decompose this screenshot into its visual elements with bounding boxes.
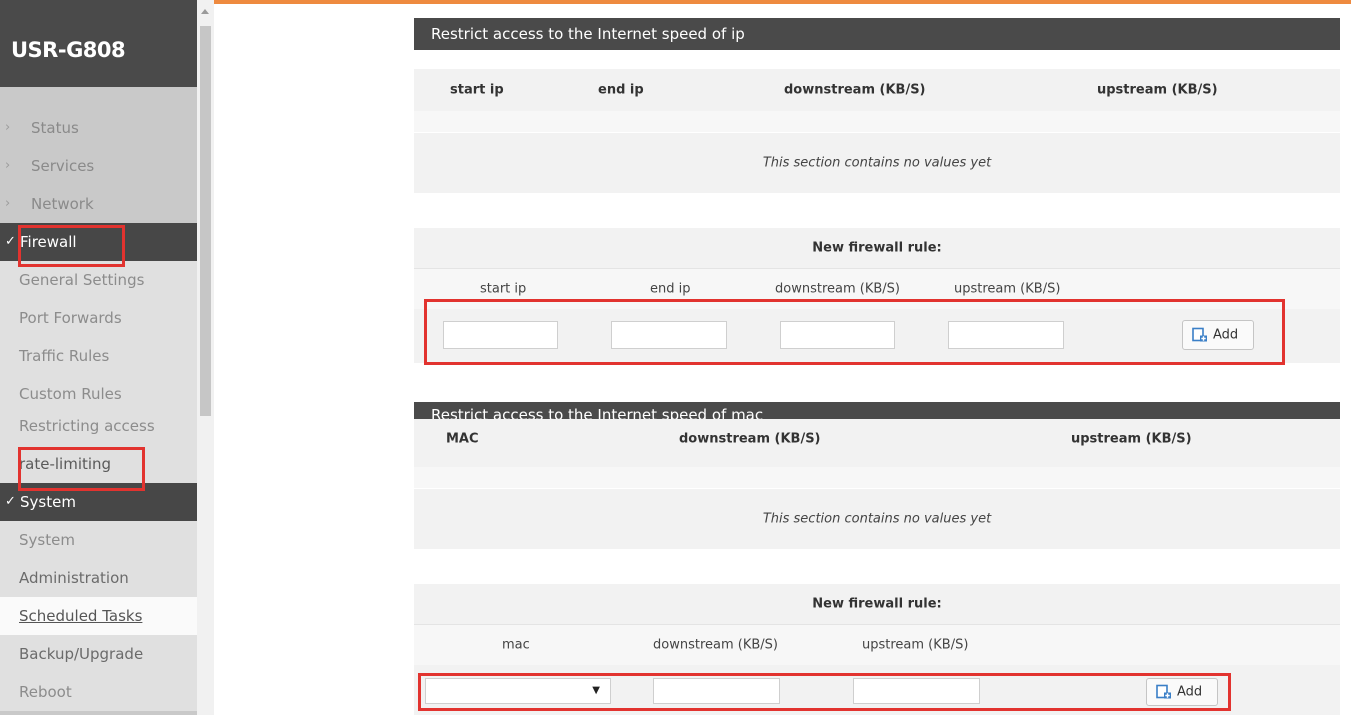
sidebar-item-label: Traffic Rules	[19, 347, 110, 365]
field-label: start ip	[480, 281, 527, 297]
scroll-up-arrow-icon[interactable]	[201, 9, 209, 14]
mac-new-rule-header: New firewall rule:	[414, 584, 1340, 624]
sidebar-item-label: Status	[31, 119, 79, 137]
sidebar-item-label: Custom Rules	[19, 385, 122, 403]
column-header: upstream (KB/S)	[1071, 431, 1192, 447]
sidebar-item-services[interactable]: › Services	[0, 147, 197, 185]
new-rule-title: New firewall rule:	[812, 240, 942, 256]
column-header: end ip	[598, 82, 644, 98]
highlight-box	[418, 673, 1231, 711]
sidebar-item-label: Port Forwards	[19, 309, 122, 327]
column-header: downstream (KB/S)	[784, 82, 926, 98]
sidebar-item-label: Administration	[19, 569, 129, 587]
sidebar-item-label: Reboot	[19, 683, 72, 701]
sidebar-item-reboot[interactable]: Reboot	[0, 673, 197, 711]
sidebar-item-status[interactable]: › Status	[0, 109, 197, 147]
sidebar-item-label: Services	[31, 157, 95, 175]
column-header: start ip	[450, 82, 504, 98]
sidebar-item-restricting-access[interactable]: Restricting access	[0, 407, 197, 445]
sidebar: USR-G808 › Status › Services › Network ✓…	[0, 0, 197, 715]
highlight-box	[18, 447, 145, 491]
empty-message: This section contains no values yet	[762, 155, 992, 171]
ip-new-rule-header: New firewall rule:	[414, 228, 1340, 268]
sidebar-item-network[interactable]: › Network	[0, 185, 197, 223]
field-label: downstream (KB/S)	[775, 281, 900, 297]
chevron-right-icon: ›	[5, 158, 11, 173]
field-label: downstream (KB/S)	[653, 637, 778, 653]
column-header: downstream (KB/S)	[679, 431, 821, 447]
chevron-right-icon: ›	[5, 120, 11, 135]
field-label: end ip	[650, 281, 691, 297]
mac-new-rule-labels: mac downstream (KB/S) upstream (KB/S)	[414, 625, 1340, 665]
field-label: upstream (KB/S)	[954, 281, 1061, 297]
mac-empty-row: This section contains no values yet	[414, 489, 1340, 549]
empty-message: This section contains no values yet	[762, 511, 992, 527]
sidebar-item-backup-upgrade[interactable]: Backup/Upgrade	[0, 635, 197, 673]
mac-table-spacer	[414, 467, 1340, 488]
column-header: MAC	[446, 431, 479, 447]
section-title-mac: Restrict access to the Internet speed of…	[414, 402, 1340, 419]
field-label: mac	[502, 637, 530, 653]
check-icon: ✓	[5, 494, 16, 509]
sidebar-item-label: System	[19, 531, 75, 549]
sidebar-item-label: Backup/Upgrade	[19, 645, 144, 663]
highlight-box	[424, 299, 1285, 365]
sidebar-item-scheduled-tasks[interactable]: Scheduled Tasks	[0, 597, 197, 635]
new-rule-title: New firewall rule:	[812, 596, 942, 612]
ip-table-header: start ip end ip downstream (KB/S) upstre…	[414, 69, 1340, 111]
ip-table-spacer	[414, 111, 1340, 132]
sidebar-item-system[interactable]: System	[0, 521, 197, 559]
sidebar-item-label: Network	[31, 195, 94, 213]
field-label: upstream (KB/S)	[862, 637, 969, 653]
brand-header: USR-G808	[0, 0, 197, 87]
section-title-ip: Restrict access to the Internet speed of…	[414, 18, 1340, 50]
scrollbar-thumb[interactable]	[200, 26, 211, 416]
mac-table-header: MAC downstream (KB/S) upstream (KB/S)	[414, 419, 1340, 467]
sidebar-item-administration[interactable]: Administration	[0, 559, 197, 597]
column-header: upstream (KB/S)	[1097, 82, 1218, 98]
sidebar-item-label: Restricting access	[19, 417, 155, 435]
check-icon: ✓	[5, 234, 16, 249]
sidebar-item-traffic-rules[interactable]: Traffic Rules	[0, 337, 197, 375]
sidebar-item-label: Scheduled Tasks	[19, 607, 143, 625]
chevron-right-icon: ›	[5, 196, 11, 211]
app-title: USR-G808	[11, 38, 126, 62]
sidebar-item-label: General Settings	[19, 271, 145, 289]
sidebar-item-label: System	[20, 493, 76, 511]
accent-line	[214, 0, 1351, 4]
ip-empty-row: This section contains no values yet	[414, 133, 1340, 193]
sidebar-item-port-forwards[interactable]: Port Forwards	[0, 299, 197, 337]
highlight-box	[18, 225, 125, 267]
